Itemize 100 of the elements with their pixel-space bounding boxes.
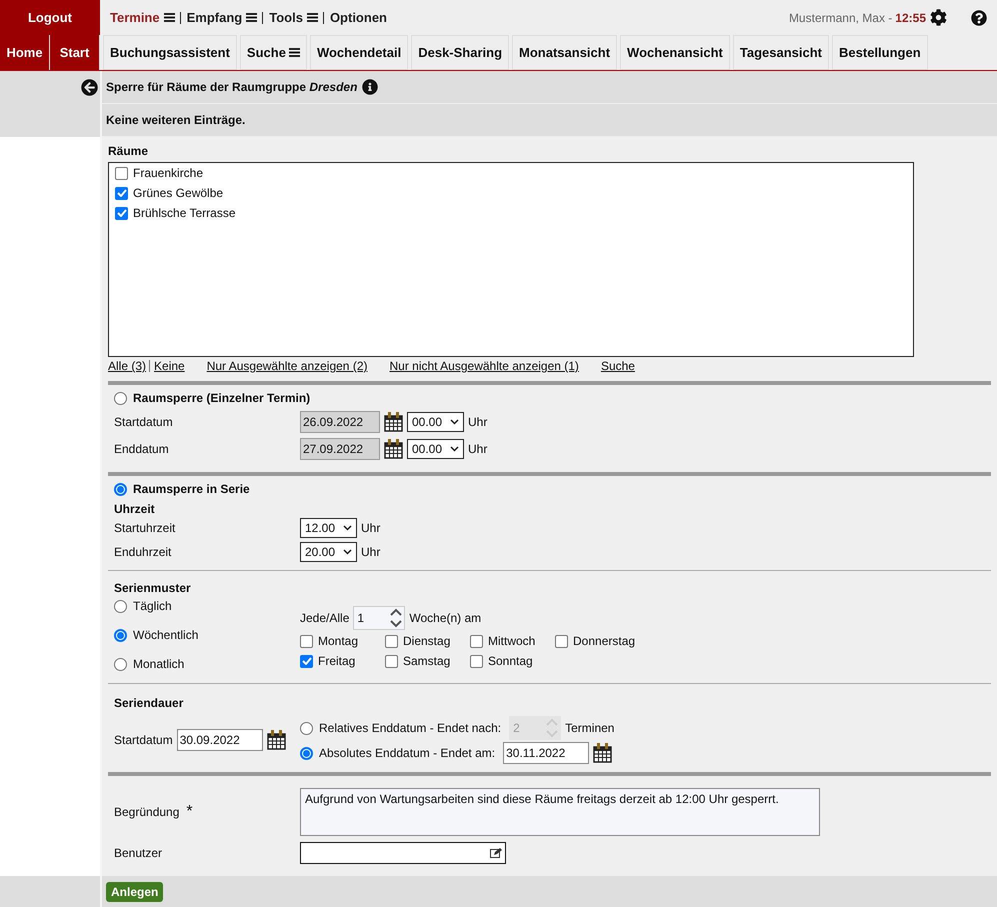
nav-tab[interactable]: Bestellungen xyxy=(832,35,928,70)
filter-link[interactable]: Nur Ausgewählte anzeigen (2) xyxy=(206,359,368,373)
checkbox-label: Frauenkirche xyxy=(133,166,204,180)
calendar-icon[interactable] xyxy=(384,439,403,459)
back-icon[interactable] xyxy=(81,79,98,96)
date-field[interactable]: 27.09.2022 xyxy=(300,438,380,460)
field-label: Startdatum xyxy=(114,415,174,429)
page-title: Sperre für Räume der Raumgruppe Dresden xyxy=(106,80,358,94)
filter-link[interactable]: Suche xyxy=(600,359,635,373)
spinner-arrows-icon[interactable] xyxy=(390,608,402,628)
unit-label: Uhr xyxy=(361,521,380,535)
chevron-down-icon xyxy=(343,525,352,531)
field-label: Startdatum xyxy=(114,733,173,747)
radio-button[interactable] xyxy=(114,600,127,612)
checkbox[interactable] xyxy=(385,634,398,648)
nav-tab[interactable]: Desk-Sharing xyxy=(411,35,510,70)
time-select[interactable]: 00.00 xyxy=(407,439,464,459)
checkbox-label: Donnerstag xyxy=(573,634,636,648)
field-label: Begründung xyxy=(114,805,180,819)
checkbox-label: Freitag xyxy=(318,654,356,668)
rooms-label: Räume xyxy=(108,144,150,158)
checkbox-label: Brühlsche Terrasse xyxy=(133,206,236,220)
chevron-down-icon xyxy=(343,549,352,555)
checkbox-label: Montag xyxy=(318,634,358,648)
filter-link[interactable]: Keine xyxy=(154,359,185,373)
radio-button[interactable] xyxy=(114,482,127,496)
nav-tab[interactable]: Tagesansicht xyxy=(732,35,830,70)
radio-label: Täglich xyxy=(133,599,172,613)
checkbox[interactable] xyxy=(300,634,313,648)
calendar-icon[interactable] xyxy=(593,743,612,763)
filter-link[interactable]: Alle (3) xyxy=(108,359,146,373)
unit-label: Uhr xyxy=(468,442,488,456)
help-icon[interactable] xyxy=(971,10,987,26)
checkbox[interactable] xyxy=(385,654,398,668)
logout-button[interactable]: Logout xyxy=(0,0,100,35)
user-field[interactable] xyxy=(300,842,506,864)
start-tab[interactable]: Start xyxy=(50,35,100,70)
create-button[interactable]: Anlegen xyxy=(106,882,164,902)
menu-icon xyxy=(288,48,300,57)
checkbox-label: Dienstag xyxy=(403,634,450,648)
date-field[interactable]: 26.09.2022 xyxy=(300,411,380,433)
time-select[interactable]: 12.00 xyxy=(300,518,357,538)
field-label: Enddatum xyxy=(114,442,170,456)
radio-button[interactable] xyxy=(114,658,127,670)
info-icon[interactable] xyxy=(362,79,378,95)
interval-label: Jede/Alle xyxy=(300,611,350,625)
menu-link[interactable]: Optionen xyxy=(330,10,387,25)
field-label: Benutzer xyxy=(114,846,164,860)
radio-button[interactable] xyxy=(300,746,313,760)
interval-unit: Woche(n) am xyxy=(409,611,482,625)
nav-tab[interactable]: Buchungsassistent xyxy=(103,35,237,70)
radio-label: Relatives Enddatum - Endet nach: xyxy=(319,721,502,735)
date-field[interactable]: 30.09.2022 xyxy=(176,729,263,751)
radio-label: Raumsperre (Einzelner Termin) xyxy=(133,391,310,405)
nav-tab[interactable]: Suche xyxy=(240,35,307,70)
checkbox-label: Grünes Gewölbe xyxy=(133,186,224,200)
calendar-icon[interactable] xyxy=(384,412,403,432)
menu-link[interactable]: Termine xyxy=(110,10,175,25)
field-label: Enduhrzeit xyxy=(114,545,172,559)
checkbox[interactable] xyxy=(115,186,128,200)
nav-tab[interactable]: Wochendetail xyxy=(310,35,408,70)
calendar-icon[interactable] xyxy=(266,730,286,750)
checkbox[interactable] xyxy=(555,634,568,648)
unit-label: Uhr xyxy=(468,415,488,429)
clock-time: 12:55 xyxy=(895,10,926,24)
section-heading: Serienmuster xyxy=(114,581,192,595)
checkbox-label: Sonntag xyxy=(488,654,533,668)
checkbox-label: Mittwoch xyxy=(488,634,536,648)
time-select[interactable]: 00.00 xyxy=(407,412,464,432)
radio-label: Wöchentlich xyxy=(133,628,198,642)
nav-tab[interactable]: Wochenansicht xyxy=(620,35,730,70)
unit-label: Terminen xyxy=(565,721,614,735)
nav-tab[interactable]: Monatsansicht xyxy=(512,35,618,70)
chevron-down-icon xyxy=(450,446,459,452)
radio-label: Absolutes Enddatum - Endet am: xyxy=(319,746,496,760)
menu-link[interactable]: Tools xyxy=(269,10,318,25)
checkbox[interactable] xyxy=(470,634,483,648)
settings-icon[interactable] xyxy=(930,9,947,26)
radio-label: Raumsperre in Serie xyxy=(133,482,250,496)
radio-button[interactable] xyxy=(114,392,127,404)
checkbox[interactable] xyxy=(470,654,483,668)
time-select[interactable]: 20.00 xyxy=(300,542,357,562)
menu-icon xyxy=(306,13,318,22)
checkbox[interactable] xyxy=(115,206,128,220)
menu-icon xyxy=(164,13,175,22)
home-tab[interactable]: Home xyxy=(0,35,50,70)
user-name: Mustermann, Max - xyxy=(788,10,892,24)
date-field[interactable]: 30.11.2022 xyxy=(503,742,590,764)
interval-field[interactable]: 1 xyxy=(353,606,406,630)
edit-icon[interactable] xyxy=(490,848,502,858)
field-label: Startuhrzeit xyxy=(114,521,176,535)
section-heading: Uhrzeit xyxy=(114,502,156,516)
checkbox[interactable] xyxy=(300,654,313,668)
checkbox[interactable] xyxy=(115,166,128,180)
reason-textarea[interactable]: Aufgrund von Wartungsarbeiten sind diese Räume freitags derzeit ab 12:00 Uhr gesperrt. xyxy=(300,788,820,836)
radio-button[interactable] xyxy=(114,628,127,642)
menu-link[interactable]: Empfang xyxy=(186,10,258,25)
message-text: Keine weiteren Einträge. xyxy=(106,113,246,127)
filter-link[interactable]: Nur nicht Ausgewählte anzeigen (1) xyxy=(389,359,579,373)
radio-label: Monatlich xyxy=(133,657,184,671)
